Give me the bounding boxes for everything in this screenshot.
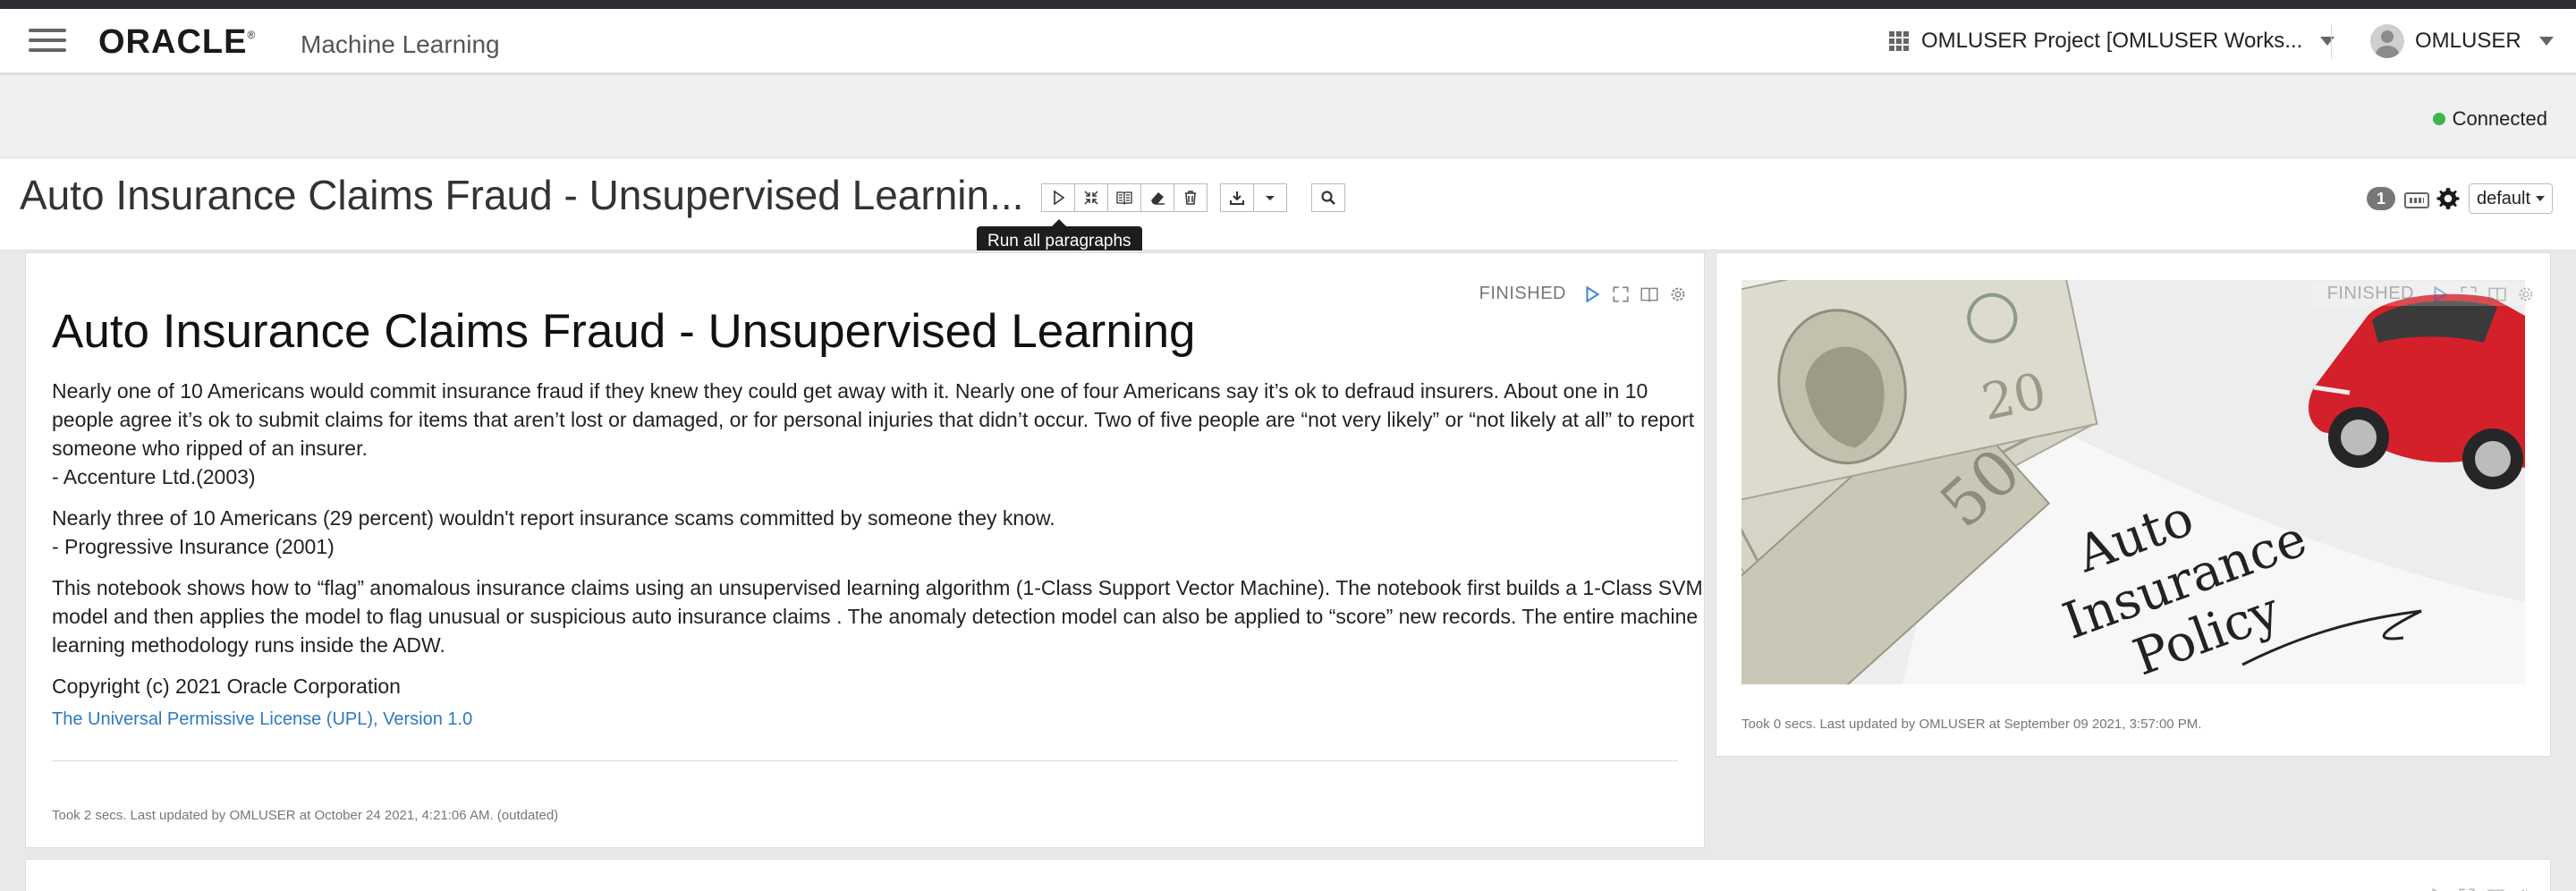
user-menu[interactable]: OMLUSER (2370, 23, 2554, 59)
run-paragraph-icon[interactable] (2430, 284, 2450, 304)
citation-accenture: - Accenture Ltd.(2003) (52, 464, 256, 488)
interpreter-binding-select[interactable]: default (2469, 183, 2553, 214)
notebook-title-bar: Auto Insurance Claims Fraud - Unsupervis… (0, 157, 2576, 257)
search-button[interactable] (1311, 183, 1345, 212)
export-toolbar (1220, 183, 1287, 212)
expand-icon[interactable] (1611, 284, 1631, 304)
interpreter-binding-label: default (2476, 188, 2531, 208)
trash-icon (1185, 191, 1196, 205)
export-dropdown-button[interactable] (1253, 183, 1287, 212)
paragraph-1-content: Auto Insurance Claims Fraud - Unsupervis… (52, 303, 1707, 730)
gear-icon[interactable] (1668, 284, 1688, 304)
body-text-1: Nearly one of 10 Americans would commit … (52, 378, 1695, 488)
run-paragraph-icon[interactable] (2428, 887, 2448, 891)
paragraph-status-bar: FINISHED (1479, 284, 1697, 304)
eraser-icon (1151, 192, 1165, 205)
paragraph-3 (25, 859, 2551, 891)
header-divider (2331, 25, 2332, 59)
license-link[interactable]: The Universal Permissive License (UPL), … (52, 709, 472, 729)
project-selector-label: OMLUSER Project [OMLUSER Works... (1921, 29, 2303, 53)
expand-icon[interactable] (2457, 887, 2477, 891)
gear-icon[interactable] (2514, 887, 2534, 891)
paragraph-status-bar: FINISHED (2310, 282, 2545, 306)
project-selector[interactable]: OMLUSER Project [OMLUSER Works... (1889, 25, 2335, 57)
avatar (2370, 24, 2404, 58)
search-toolbar (1311, 183, 1345, 212)
top-stripe (0, 0, 2576, 9)
keyboard-shortcuts-icon[interactable] (2404, 192, 2429, 208)
expand-icon[interactable] (2459, 284, 2479, 304)
paragraph-count-badge: 1 (2367, 187, 2395, 210)
gear-icon[interactable] (2516, 284, 2536, 304)
run-all-icon (1054, 190, 1065, 206)
paragraph-status: FINISHED (1479, 284, 1566, 303)
paragraph-2: 50 20 Auto Insurance Policy FINISHED Too… (1716, 252, 2551, 757)
connection-label: Connected (2452, 107, 2547, 130)
auto-insurance-policy-illustration: 50 20 Auto Insurance Policy (1741, 280, 2525, 684)
auto-insurance-image: 50 20 Auto Insurance Policy (1741, 280, 2525, 684)
book-icon[interactable] (2486, 887, 2505, 891)
citation-progressive: - Progressive Insurance (2001) (52, 534, 335, 558)
apps-grid-icon (1889, 31, 1909, 51)
chevron-down-icon (2536, 196, 2546, 201)
toggle-output-button[interactable] (1107, 183, 1141, 212)
clear-output-button[interactable] (1140, 183, 1174, 212)
notebook-title[interactable]: Auto Insurance Claims Fraud - Unsupervis… (20, 171, 1023, 219)
paragraph-footer: Took 0 secs. Last updated by OMLUSER at … (1741, 717, 2202, 732)
dropdown-caret-icon (1266, 196, 1275, 200)
chevron-down-icon (2320, 37, 2335, 46)
chevron-down-icon (2538, 37, 2554, 46)
paragraph-1: FINISHED Auto Insurance Claims Fraud - U… (25, 252, 1705, 848)
search-icon (1321, 191, 1335, 205)
book-icon[interactable] (1640, 284, 1659, 304)
export-button[interactable] (1220, 183, 1254, 212)
run-all-button[interactable] (1041, 183, 1075, 212)
connection-bar: Connected (0, 75, 2576, 157)
paragraph-heading: Auto Insurance Claims Fraud - Unsupervis… (52, 305, 1196, 358)
paragraph-actions-toolbar (1041, 183, 1208, 212)
run-paragraph-icon[interactable] (1582, 284, 1602, 304)
connected-indicator-icon (2432, 113, 2445, 125)
paragraph-footer: Took 2 secs. Last updated by OMLUSER at … (52, 808, 559, 823)
app-header: ORACLE® Machine Learning OMLUSER Project… (0, 9, 2576, 73)
copyright-text: Copyright (c) 2021 Oracle Corporation (52, 674, 401, 698)
paragraph-status: FINISHED (2326, 284, 2414, 303)
download-icon (1230, 191, 1244, 205)
notebook-canvas: FINISHED Auto Insurance Claims Fraud - U… (0, 250, 2576, 891)
connection-status: Connected (2432, 107, 2547, 131)
book-icon (1116, 191, 1132, 205)
collapse-all-button[interactable] (1074, 183, 1108, 212)
body-text-2: Nearly three of 10 Americans (29 percent… (52, 505, 1055, 558)
book-icon[interactable] (2487, 284, 2507, 304)
hamburger-menu-icon[interactable] (29, 29, 66, 55)
gear-icon[interactable] (2435, 185, 2462, 212)
product-name: Machine Learning (301, 30, 500, 58)
delete-notebook-button[interactable] (1174, 183, 1208, 212)
divider (52, 760, 1678, 761)
oracle-logo: ORACLE® (98, 23, 257, 61)
paragraph-status-bar (2428, 887, 2543, 891)
collapse-icon (1084, 191, 1098, 205)
user-name: OMLUSER (2415, 29, 2521, 53)
body-text-3: This notebook shows how to “flag” anomal… (52, 575, 1703, 657)
